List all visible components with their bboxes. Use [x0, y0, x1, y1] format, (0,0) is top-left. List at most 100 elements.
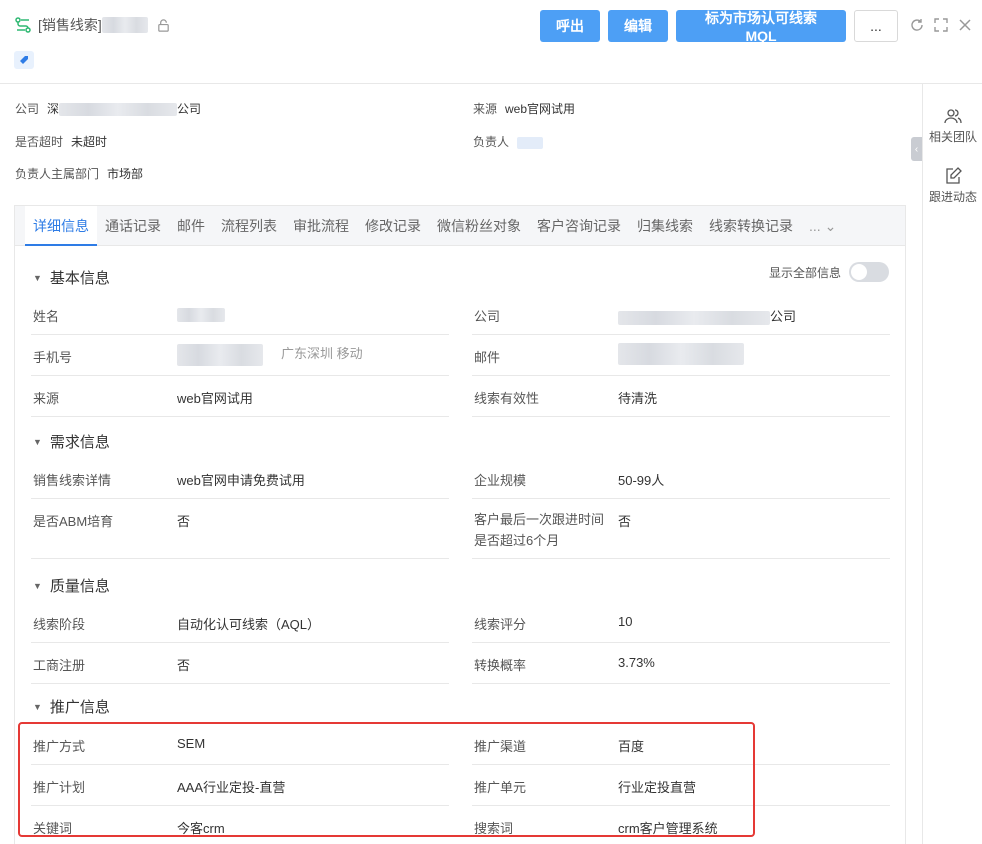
- lead-icon: [15, 17, 31, 33]
- caret-down-icon: ▼: [33, 436, 42, 447]
- field-promo-channel-value: 百度: [618, 739, 645, 754]
- team-icon: [944, 109, 962, 124]
- field-source-label: 来源: [33, 391, 60, 406]
- tab-email[interactable]: 邮件: [169, 206, 213, 246]
- section-quality-title: 质量信息: [49, 578, 110, 595]
- close-icon[interactable]: [958, 18, 972, 32]
- field-promo-method-value: SEM: [177, 736, 206, 751]
- field-stage-value: 自动化认可线索（AQL）: [177, 617, 321, 632]
- field-email-label: 邮件: [474, 350, 501, 365]
- call-button[interactable]: 呼出: [540, 10, 600, 42]
- right-rail: 相关团队 跟进动态: [922, 84, 982, 844]
- field-scale-label: 企业规模: [474, 473, 527, 488]
- summary-company-prefix: 深: [47, 102, 60, 116]
- field-keyword-label: 关键词: [33, 821, 73, 836]
- tab-merged-leads[interactable]: 归集线索: [629, 206, 701, 246]
- tab-process-list[interactable]: 流程列表: [213, 206, 285, 246]
- window-controls: [910, 18, 972, 32]
- detail-panel: 详细信息 通话记录 邮件 流程列表 审批流程 修改记录 微信粉丝对象 客户咨询记…: [14, 205, 906, 844]
- chevron-down-icon: ⌄: [824, 217, 837, 234]
- section-demand[interactable]: ▼ 需求信息: [33, 431, 110, 452]
- field-stage: 线索阶段 自动化认可线索（AQL）: [31, 602, 449, 643]
- field-promo-unit-value: 行业定投直营: [618, 780, 697, 795]
- tabs-more-dropdown[interactable]: ... ⌄: [801, 206, 844, 246]
- summary-source-label: 来源: [473, 102, 498, 116]
- caret-down-icon: ▼: [33, 580, 42, 591]
- tab-changes[interactable]: 修改记录: [357, 206, 429, 246]
- field-promo-plan: 推广计划 AAA行业定投-直营: [31, 765, 449, 806]
- field-phone-value: 广东深圳 移动: [177, 343, 363, 366]
- mark-mql-button[interactable]: 标为市场认可线索MQL: [676, 10, 846, 44]
- field-registration-value: 否: [177, 658, 191, 673]
- field-promo-channel-label: 推广渠道: [474, 739, 527, 754]
- field-promo-plan-value: AAA行业定投-直营: [177, 780, 286, 795]
- section-demand-title: 需求信息: [49, 434, 110, 451]
- detail-header: [销售线索] 呼出 编辑 标为市场认可线索MQL ...: [0, 0, 982, 84]
- collapse-rail-button[interactable]: ‹: [911, 137, 922, 161]
- summary-overdue: 是否超时 未超时: [15, 133, 107, 150]
- more-button[interactable]: ...: [854, 10, 898, 42]
- field-last-follow-label: 客户最后一次跟进时间是否超过6个月: [474, 512, 605, 548]
- field-score: 线索评分 10: [472, 602, 890, 643]
- field-score-label: 线索评分: [474, 617, 527, 632]
- tab-lead-conversion[interactable]: 线索转换记录: [701, 206, 801, 246]
- summary-department-label: 负责人主属部门: [15, 167, 100, 181]
- summary-company-label: 公司: [15, 102, 40, 116]
- field-score-value: 10: [618, 614, 633, 629]
- redacted-owner: [517, 136, 544, 149]
- field-search-term: 搜索词 crm客户管理系统: [472, 806, 890, 844]
- header-actions: 呼出 编辑 标为市场认可线索MQL ...: [540, 10, 898, 44]
- field-source-value: web官网试用: [177, 391, 253, 406]
- redacted-company: [59, 103, 178, 117]
- lock-icon[interactable]: [156, 18, 171, 33]
- field-last-follow: 客户最后一次跟进时间是否超过6个月 否: [472, 499, 890, 559]
- field-company-label: 公司: [474, 309, 501, 324]
- show-all-toggle[interactable]: [849, 262, 889, 282]
- tab-consult[interactable]: 客户咨询记录: [529, 206, 629, 246]
- field-name: 姓名: [31, 294, 449, 335]
- field-validity: 线索有效性 待清洗: [472, 376, 890, 417]
- tab-calls[interactable]: 通话记录: [97, 206, 169, 246]
- field-lead-detail-value: web官网申请免费试用: [177, 473, 305, 488]
- field-search-term-label: 搜索词: [474, 821, 514, 836]
- field-promo-method: 推广方式 SEM: [31, 724, 449, 765]
- caret-down-icon: ▼: [33, 701, 42, 712]
- field-stage-label: 线索阶段: [33, 617, 86, 632]
- field-keyword-value: 今客crm: [177, 821, 225, 836]
- rail-related-team[interactable]: 相关团队: [923, 106, 982, 145]
- summary-source-value: web官网试用: [505, 102, 576, 116]
- refresh-icon[interactable]: [910, 18, 924, 32]
- title-row: [销售线索]: [14, 14, 171, 36]
- field-validity-label: 线索有效性: [474, 391, 540, 406]
- field-abm: 是否ABM培育 否: [31, 499, 449, 559]
- field-conversion-value[interactable]: 3.73%: [618, 655, 655, 670]
- rail-follow-label: 跟进动态: [928, 190, 977, 204]
- fullscreen-icon[interactable]: [934, 18, 948, 32]
- section-basic[interactable]: ▼ 基本信息: [33, 267, 110, 288]
- section-promo[interactable]: ▼ 推广信息: [33, 696, 110, 717]
- tab-wechat-fans[interactable]: 微信粉丝对象: [429, 206, 529, 246]
- field-company-suffix: 公司: [770, 309, 797, 324]
- field-validity-value: 待清洗: [618, 391, 658, 406]
- edit-button[interactable]: 编辑: [608, 10, 668, 42]
- tab-detail[interactable]: 详细信息: [25, 205, 97, 246]
- summary-department: 负责人主属部门 市场部: [15, 165, 143, 182]
- tab-approval[interactable]: 审批流程: [285, 206, 357, 246]
- caret-down-icon: ▼: [33, 272, 42, 283]
- tag-icon[interactable]: [14, 51, 34, 69]
- field-lead-detail-label: 销售线索详情: [33, 473, 112, 488]
- detail-tabs: 详细信息 通话记录 邮件 流程列表 审批流程 修改记录 微信粉丝对象 客户咨询记…: [15, 205, 905, 246]
- field-registration: 工商注册 否: [31, 643, 449, 684]
- show-all-label: 显示全部信息: [768, 265, 841, 280]
- field-company: 公司 公司: [472, 294, 890, 335]
- redacted-email-value: [618, 343, 744, 365]
- field-email: 邮件: [472, 335, 890, 376]
- summary-company: 公司深公司: [15, 100, 201, 117]
- rail-follow-up[interactable]: 跟进动态: [923, 166, 982, 205]
- field-abm-value: 否: [177, 514, 191, 529]
- redacted-name: [101, 17, 148, 33]
- field-promo-channel: 推广渠道 百度: [472, 724, 890, 765]
- summary-overdue-label: 是否超时: [15, 135, 64, 149]
- summary-department-value: 市场部: [107, 167, 144, 181]
- section-quality[interactable]: ▼ 质量信息: [33, 575, 110, 596]
